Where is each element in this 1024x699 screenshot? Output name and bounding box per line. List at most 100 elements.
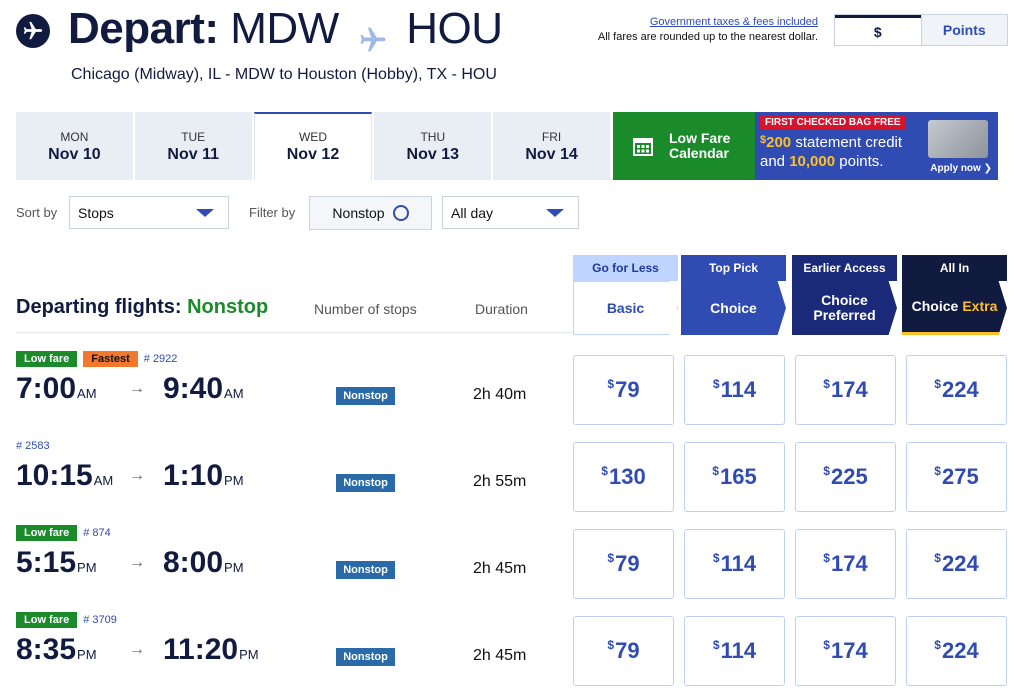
fare-price-choice[interactable]: $114 bbox=[684, 355, 785, 425]
departure-time-value: 7:00 bbox=[16, 372, 77, 405]
date-tab-dow: WED bbox=[298, 130, 327, 144]
price-value: 79 bbox=[615, 377, 640, 402]
flight-duration: 2h 55m bbox=[473, 473, 527, 490]
chevron-down-icon bbox=[546, 209, 564, 217]
fare-price-basic[interactable]: $79 bbox=[573, 616, 674, 686]
sort-value: Stops bbox=[78, 204, 114, 221]
promo-apply-link[interactable]: Apply now ❯ bbox=[930, 163, 992, 174]
fare-class-tag: Top Pick bbox=[681, 255, 786, 281]
nonstop-filter-toggle[interactable]: Nonstop bbox=[309, 196, 432, 230]
currency-symbol: $ bbox=[712, 464, 719, 478]
promo-amount: 200 bbox=[766, 134, 792, 151]
flight-row: Low fare # 3709 8:35PM → 11:20PM Nonstop… bbox=[0, 611, 1024, 698]
currency-symbol: $ bbox=[823, 551, 830, 565]
low-fare-calendar-label: Low Fare Calendar bbox=[669, 131, 730, 161]
fare-price-choice-preferred[interactable]: $174 bbox=[795, 529, 896, 599]
date-tab-dow: FRI bbox=[541, 130, 562, 144]
low-fare-badge: Low fare bbox=[16, 351, 78, 367]
route-plane-icon bbox=[358, 16, 388, 52]
date-tab-tue[interactable]: TUE Nov 11 bbox=[134, 112, 252, 180]
flight-number[interactable]: # 3709 bbox=[83, 614, 117, 626]
route-subtitle: Chicago (Midway), IL - MDW to Houston (H… bbox=[71, 66, 497, 83]
nonstop-filter-label: Nonstop bbox=[332, 205, 385, 221]
stops-badge[interactable]: Nonstop bbox=[336, 648, 395, 666]
stops-badge[interactable]: Nonstop bbox=[336, 474, 395, 492]
currency-toggle: $ Points bbox=[834, 14, 1008, 46]
currency-symbol: $ bbox=[601, 464, 608, 478]
price-value: 225 bbox=[830, 464, 868, 489]
flight-row: Low fare # 874 5:15PM → 8:00PM Nonstop 2… bbox=[0, 524, 1024, 611]
stops-badge[interactable]: Nonstop bbox=[336, 561, 395, 579]
departure-time-value: 10:15 bbox=[16, 459, 93, 492]
arrival-time: 11:20PM bbox=[163, 633, 259, 667]
credit-card-promo[interactable]: FIRST CHECKED BAG FREE $200 statement cr… bbox=[755, 112, 998, 180]
fastest-badge: Fastest bbox=[83, 351, 138, 367]
fare-price-choice-extra[interactable]: $224 bbox=[906, 355, 1007, 425]
fare-class-name-main: Choice bbox=[911, 298, 959, 314]
currency-dollars[interactable]: $ bbox=[835, 15, 921, 45]
fare-class-name-extra: Extra bbox=[962, 298, 998, 314]
date-tab-thu[interactable]: THU Nov 13 bbox=[374, 112, 492, 180]
fare-price-choice-extra[interactable]: $224 bbox=[906, 616, 1007, 686]
sort-select[interactable]: Stops bbox=[69, 196, 229, 229]
time-of-day-value: All day bbox=[451, 204, 494, 221]
date-tab-date: Nov 12 bbox=[286, 146, 340, 163]
fare-class-basic: Go for Less Basic bbox=[573, 255, 678, 335]
radio-circle-icon bbox=[392, 205, 409, 221]
flight-duration: 2h 45m bbox=[473, 647, 527, 664]
fare-price-choice[interactable]: $165 bbox=[684, 442, 785, 512]
date-tab-date: Nov 10 bbox=[48, 146, 101, 163]
currency-symbol: $ bbox=[607, 638, 615, 652]
flight-number[interactable]: # 2922 bbox=[144, 353, 178, 365]
fare-price-choice-extra[interactable]: $224 bbox=[906, 529, 1007, 599]
currency-symbol: $ bbox=[934, 638, 941, 652]
fare-price-basic[interactable]: $130 bbox=[573, 442, 674, 512]
fare-price-basic[interactable]: $79 bbox=[573, 529, 674, 599]
price-value: 114 bbox=[720, 377, 757, 402]
arrival-time-value: 8:00 bbox=[163, 546, 224, 579]
low-fare-calendar-button[interactable]: Low Fare Calendar bbox=[613, 112, 755, 180]
price-value: 130 bbox=[608, 464, 646, 489]
flight-badges: Low fare # 874 bbox=[16, 524, 111, 542]
date-tab-mon[interactable]: MON Nov 10 bbox=[16, 112, 133, 180]
chevron-down-icon bbox=[196, 209, 214, 217]
stops-badge[interactable]: Nonstop bbox=[336, 387, 395, 405]
chevron-right-icon: ❯ bbox=[983, 163, 992, 174]
currency-points[interactable]: Points bbox=[920, 15, 1007, 45]
fare-class-choice-preferred: Earlier Access Choice Preferred bbox=[792, 255, 897, 335]
fare-notes: Government taxes & fees included All far… bbox=[598, 16, 818, 43]
flight-number[interactable]: # 2583 bbox=[16, 440, 50, 452]
fare-price-choice-preferred[interactable]: $225 bbox=[795, 442, 896, 512]
arrival-time: 8:00PM bbox=[163, 546, 244, 580]
fare-price-basic[interactable]: $79 bbox=[573, 355, 674, 425]
price-value: 79 bbox=[615, 638, 640, 663]
time-of-day-select[interactable]: All day bbox=[442, 196, 579, 229]
credit-card-image bbox=[928, 120, 988, 158]
low-fare-badge: Low fare bbox=[16, 525, 78, 541]
departure-ampm: AM bbox=[93, 473, 114, 488]
departure-ampm: PM bbox=[77, 560, 97, 575]
currency-symbol: $ bbox=[823, 377, 830, 391]
fare-class-name-line1: Choice bbox=[821, 292, 868, 308]
price-value: 224 bbox=[941, 551, 979, 576]
fare-price-choice-preferred[interactable]: $174 bbox=[795, 616, 896, 686]
date-tab-wed[interactable]: WED Nov 12 bbox=[253, 112, 373, 180]
title-depart: Depart: bbox=[68, 4, 219, 53]
fare-price-choice[interactable]: $114 bbox=[684, 616, 785, 686]
sort-label: Sort by bbox=[16, 205, 58, 220]
currency-symbol: $ bbox=[712, 551, 720, 565]
flight-number[interactable]: # 874 bbox=[83, 527, 111, 539]
date-tab-date: Nov 14 bbox=[525, 146, 578, 163]
price-value: 114 bbox=[720, 551, 757, 576]
low-fare-calendar-line2: Calendar bbox=[669, 145, 729, 161]
date-tab-fri[interactable]: FRI Nov 14 bbox=[493, 112, 610, 180]
arrow-right-icon: → bbox=[129, 380, 145, 397]
fare-class-name: Basic bbox=[573, 281, 678, 335]
price-value: 174 bbox=[830, 551, 868, 576]
departure-time: 8:35PM bbox=[16, 633, 97, 667]
fare-price-choice-extra[interactable]: $275 bbox=[906, 442, 1007, 512]
taxes-link[interactable]: Government taxes & fees included bbox=[598, 16, 818, 28]
fare-price-choice-preferred[interactable]: $174 bbox=[795, 355, 896, 425]
fare-class-name: Choice Preferred bbox=[792, 281, 897, 335]
fare-price-choice[interactable]: $114 bbox=[684, 529, 785, 599]
